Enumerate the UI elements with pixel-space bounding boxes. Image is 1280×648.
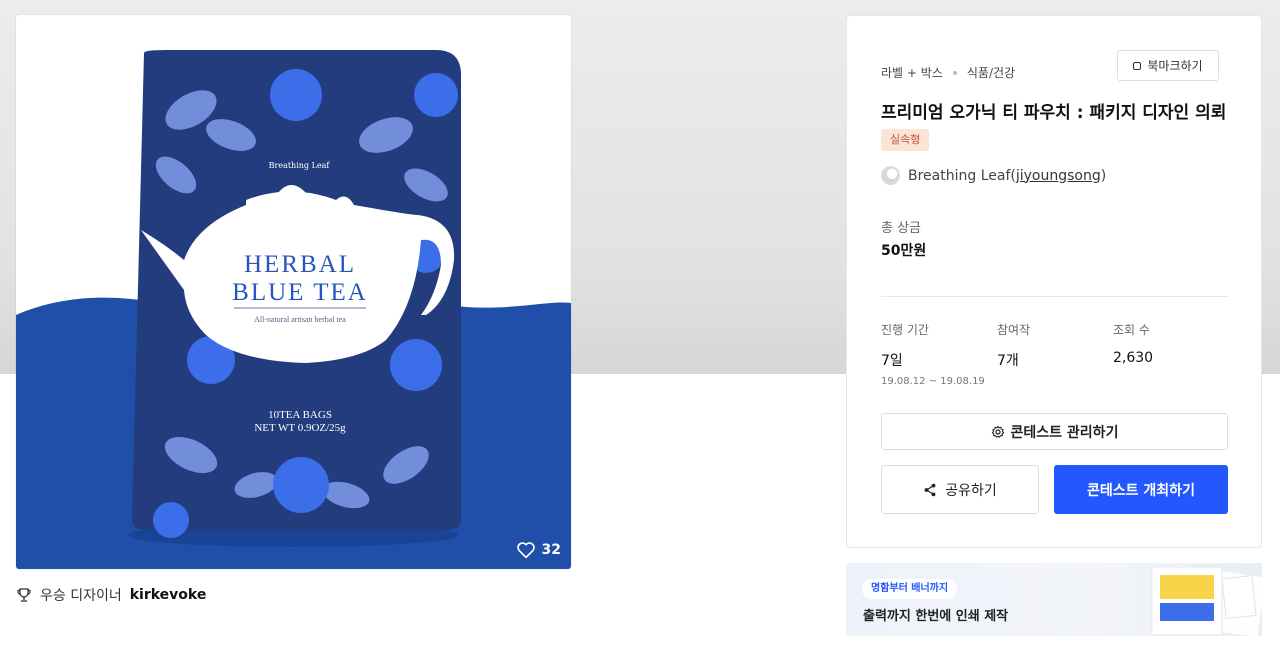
pouch-bags: 10TEA BAGS (268, 409, 332, 421)
bookmark-label: 북마크하기 (1147, 59, 1203, 73)
bookmark-icon (1133, 61, 1142, 70)
share-icon (924, 483, 936, 496)
contest-info-panel: 라벨 + 박스 식품/건강 북마크하기 프리미엄 오가닉 티 파우치 : 패키지… (846, 15, 1262, 548)
plan-tag: 실속형 (881, 129, 930, 151)
open-contest-label: 콘테스트 개최하기 (1087, 482, 1195, 499)
pouch-title-1: HERBAL (244, 251, 356, 278)
winning-designer: 우승 디자이너 kirkevoke (16, 585, 206, 605)
stat-dates: 19.08.12 ~ 19.08.19 (881, 376, 985, 387)
host-id[interactable]: jiyoungsong (1016, 168, 1101, 184)
manage-label: 콘테스트 관리하기 (1010, 424, 1119, 441)
trophy-icon (17, 588, 31, 602)
heart-icon (516, 542, 535, 559)
stat-label: 조회 수 (1113, 323, 1150, 337)
stat-duration: 진행 기간 7일 19.08.12 ~ 19.08.19 (881, 321, 985, 387)
prize-label: 총 상금 (881, 221, 922, 236)
banner-illustration (1151, 565, 1262, 636)
like-count: 32 (541, 542, 561, 558)
banner-text: 출력까지 한번에 인쇄 제작 (863, 609, 1009, 624)
contest-title: 프리미엄 오가닉 티 파우치 : 패키지 디자인 의뢰 (881, 103, 1227, 123)
tea-pouch-image: Breathing Leaf HERBAL BLUE TEA All-natur… (16, 50, 571, 569)
stat-label: 진행 기간 (881, 323, 929, 337)
stat-views: 조회 수 2,630 (1113, 321, 1153, 366)
host-info[interactable]: Breathing Leaf (jiyoungsong) (881, 166, 1106, 185)
stat-value: 7일 (881, 353, 903, 369)
category-2[interactable]: 식품/건강 (967, 64, 1015, 81)
prize-value: 50만원 (881, 243, 927, 259)
share-label: 공유하기 (945, 482, 997, 499)
host-name: Breathing Leaf (908, 167, 1011, 184)
share-button[interactable]: 공유하기 (881, 465, 1039, 514)
banner-pill: 명함부터 배너까지 (862, 579, 958, 599)
host-avatar (881, 166, 900, 185)
stat-entries: 참여작 7개 (997, 321, 1030, 370)
manage-contest-button[interactable]: 콘테스트 관리하기 (881, 413, 1228, 450)
like-button[interactable]: 32 (516, 541, 561, 559)
stat-value: 2,630 (1113, 350, 1154, 366)
open-contest-button[interactable]: 콘테스트 개최하기 (1054, 465, 1228, 514)
category-1[interactable]: 라벨 + 박스 (881, 64, 943, 81)
print-banner-ad[interactable]: 명함부터 배너까지 출력까지 한번에 인쇄 제작 (846, 563, 1262, 636)
category-breadcrumb: 라벨 + 박스 식품/건강 (881, 64, 1015, 81)
winner-prefix: 우승 디자이너 (40, 588, 122, 604)
product-image-card[interactable]: Breathing Leaf HERBAL BLUE TEA All-natur… (16, 15, 571, 569)
divider (881, 296, 1228, 297)
pouch-title-2: BLUE TEA (232, 279, 368, 306)
separator-dot (952, 70, 957, 75)
pouch-brand: Breathing Leaf (269, 161, 331, 170)
stat-value: 7개 (997, 353, 1019, 369)
bookmark-button[interactable]: 북마크하기 (1117, 50, 1219, 81)
pouch-weight: NET WT 0.9OZ/25g (254, 422, 346, 434)
pouch-subtitle: All-natural artisan herbal tea (254, 315, 346, 324)
winner-name[interactable]: kirkevoke (130, 587, 207, 603)
gear-icon (991, 425, 1004, 438)
stat-label: 참여작 (997, 323, 1031, 337)
